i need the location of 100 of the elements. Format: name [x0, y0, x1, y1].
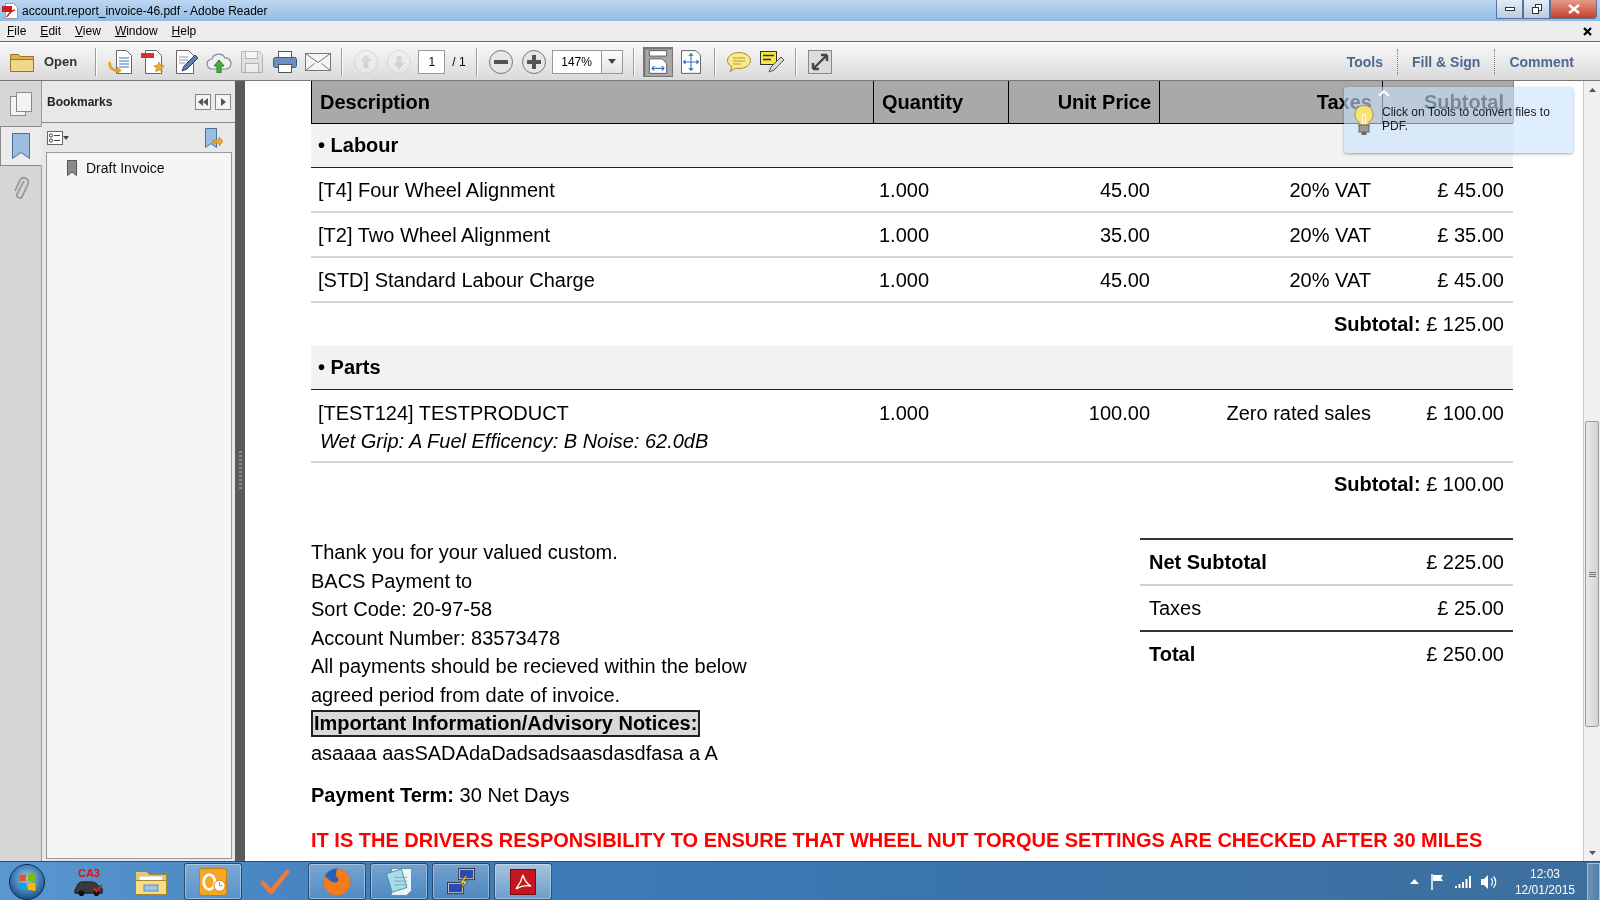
speaker-icon[interactable]: [1480, 874, 1497, 889]
table-cell-text: £ 35.00: [1436, 222, 1505, 247]
section-header: • Parts: [311, 346, 1513, 390]
total-label: Total: [1149, 642, 1196, 666]
car-icon: [74, 878, 104, 896]
subtotal-text: Subtotal: £ 125.00: [1333, 313, 1504, 336]
minimize-button[interactable]: [1496, 0, 1523, 19]
menu-item[interactable]: Help: [164, 21, 204, 41]
print-icon: [273, 50, 298, 73]
show-desktop-button[interactable]: [1587, 862, 1600, 900]
bookmark-arrow-icon: [205, 127, 223, 148]
computers-icon: [447, 867, 475, 896]
flag-icon[interactable]: [1430, 873, 1445, 890]
total-value: £ 250.00: [1426, 642, 1504, 666]
scroll-thumb[interactable]: [1585, 421, 1599, 727]
open-button[interactable]: Open: [6, 46, 82, 77]
restore-button[interactable]: [1523, 0, 1550, 19]
note-text: All payments should be recieved within the below agreed period from date of invoice.: [311, 654, 748, 708]
note-text: Sort Code: 20-97-58: [311, 597, 494, 623]
table-cell-text: 1.000: [878, 177, 931, 202]
folder-icon: [10, 51, 34, 72]
collapse-tip-button[interactable]: [1378, 90, 1390, 97]
page-number-field[interactable]: 1: [418, 49, 446, 74]
panel-title: Bookmarks: [47, 94, 113, 109]
bookmark-icon: [67, 160, 77, 176]
caret-icon: [607, 59, 616, 64]
taskbar-button[interactable]: [308, 863, 366, 900]
warning-text: IT IS THE DRIVERS RESPONSIBILITY TO ENSURE THAT WHEEL NUT TORQUE SETTINGS ARE CHECKED AFTER 30 MILES: [311, 827, 1484, 853]
options-button[interactable]: [47, 130, 69, 145]
column-header: Unit Price: [1008, 81, 1159, 123]
speech-bubble-icon: [726, 51, 751, 72]
taskbar-button[interactable]: [184, 863, 242, 900]
envelope-icon: [305, 52, 332, 71]
orb-icon: [9, 863, 45, 900]
zoom-dropdown-button[interactable]: [600, 49, 623, 74]
triangle-up-icon: [1588, 87, 1596, 92]
bookmarks-tab[interactable]: [0, 126, 42, 166]
table-cell-text: 20% VAT: [1288, 222, 1372, 247]
table-cell-text: £ 45.00: [1436, 267, 1505, 292]
zoom-out-icon: [488, 49, 513, 74]
menu-item[interactable]: View: [68, 21, 108, 41]
close-icon: [1567, 4, 1580, 14]
close-icon: [1583, 26, 1592, 36]
notice-heading: Important Information/Advisory Notices:: [314, 711, 698, 734]
page-count: / 1: [452, 54, 466, 69]
collapse-panel-button[interactable]: [195, 93, 211, 110]
total-label: Taxes: [1149, 596, 1202, 620]
table-cell-text: 100.00: [1087, 401, 1151, 425]
panel-button[interactable]: Fill & Sign: [1397, 48, 1495, 75]
notice-text: asaaaa aasSADAdaDadsadsaasdasdfasa a A: [311, 740, 719, 766]
expand-panel-button[interactable]: [215, 93, 231, 110]
table-cell-text: 35.00: [1098, 222, 1151, 247]
table-cell-text: £ 45.00: [1436, 177, 1505, 202]
table-cell-text: 1.000: [878, 222, 931, 247]
zoom-in-icon: [521, 49, 546, 74]
triangle-right-icon: [220, 97, 226, 106]
page-width-icon: [647, 49, 668, 74]
triangle-down-icon: [1588, 850, 1596, 855]
menu-item[interactable]: Window: [107, 21, 165, 41]
options-icon: [47, 130, 69, 145]
panel-button[interactable]: Tools: [1332, 48, 1397, 75]
clock[interactable]: 12:03 12/01/2015: [1510, 865, 1579, 898]
column-header: Quantity: [873, 81, 1008, 123]
table-cell-text: [STD] Standard Labour Charge: [318, 267, 596, 292]
total-value: £ 25.00: [1437, 596, 1504, 620]
highlighter-pen-icon: [759, 50, 784, 73]
table-cell-text: 1.000: [878, 401, 931, 425]
mail-clock-icon: [199, 867, 227, 896]
taskbar-button[interactable]: [370, 863, 428, 900]
total-value: £ 225.00: [1426, 550, 1504, 574]
save-icon: [241, 50, 264, 73]
taskbar-button[interactable]: [494, 863, 552, 900]
signal-bars-icon[interactable]: [1454, 875, 1471, 888]
zoom-field[interactable]: 147%: [551, 49, 601, 74]
double-left-icon: [198, 97, 208, 106]
close-button[interactable]: [1550, 0, 1597, 19]
new-bookmark-button[interactable]: [205, 127, 223, 148]
bookmark-icon: [12, 133, 30, 159]
bookmark-item[interactable]: Draft Invoice: [47, 156, 165, 180]
folder-icon: [135, 868, 167, 895]
menu-item[interactable]: Edit: [33, 21, 69, 41]
column-header: Description: [319, 89, 432, 115]
table-cell-text: 20% VAT: [1288, 267, 1372, 292]
table-cell-text: 45.00: [1098, 177, 1151, 202]
table-cell-text: Zero rated sales: [1225, 401, 1372, 425]
document-arrow-icon: [108, 49, 133, 74]
fit-width-button[interactable]: [642, 46, 673, 77]
total-label: Net Subtotal: [1149, 550, 1267, 574]
cloud-upload-icon: [206, 50, 233, 73]
close-document-button[interactable]: [1583, 26, 1592, 36]
checkmark-icon: [260, 868, 290, 895]
note-text: BACS Payment to: [311, 568, 474, 594]
menu-item[interactable]: File: [0, 21, 34, 41]
grip-icon: [238, 451, 242, 491]
triangle-up-icon: [1409, 879, 1419, 884]
panel-button[interactable]: Comment: [1494, 48, 1588, 75]
document-pencil-icon: [174, 49, 199, 74]
taskbar-button[interactable]: [432, 863, 490, 900]
arrow-down-icon: [387, 49, 412, 74]
table-cell-text: 1.000: [878, 267, 931, 292]
